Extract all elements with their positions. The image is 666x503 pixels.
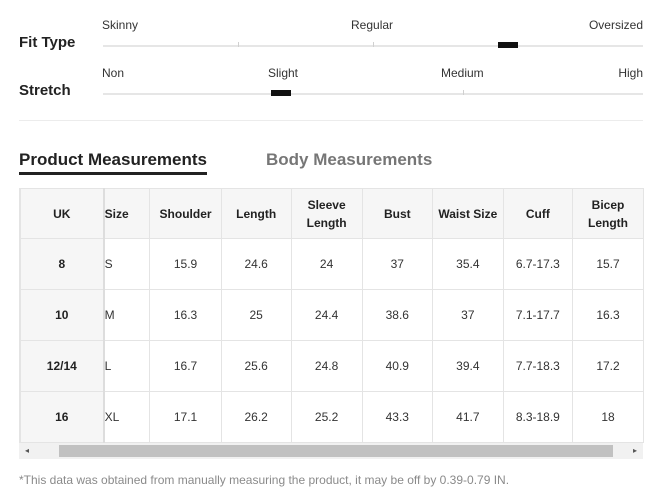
table-header-row: UK Size Shoulder Length Sleeve Length Bu…: [20, 188, 644, 239]
tab-product-measurements[interactable]: Product Measurements: [19, 150, 207, 175]
cell-cuff: 8.3-18.9: [502, 391, 574, 443]
cell-cuff: 6.7-17.3: [502, 238, 574, 290]
fit-type-indicator: [498, 42, 518, 48]
cell-uk: 12/14: [20, 340, 105, 392]
col-header-bicep-length: Bicep Length: [572, 188, 644, 239]
table-row: 10 M 16.3 25 24.4 38.6 37 7.1-17.7 16.3: [20, 289, 644, 341]
col-header-size: Size: [103, 188, 151, 239]
cell-sleeve-length: 24.4: [290, 289, 363, 341]
cell-sleeve-length: 25.2: [290, 391, 363, 443]
cell-bust: 40.9: [361, 340, 434, 392]
fit-track-tick: [373, 42, 374, 47]
cell-bust: 43.3: [361, 391, 434, 443]
fit-tick-skinny: Skinny: [102, 18, 139, 32]
col-header-waist-size: Waist Size: [432, 188, 504, 239]
col-header-uk: UK: [20, 188, 105, 239]
stretch-track: [103, 90, 643, 96]
cell-uk: 16: [20, 391, 105, 443]
stretch-tick-high: High: [618, 66, 643, 80]
cell-waist-size: 39.4: [432, 340, 504, 392]
stretch-label: Stretch: [19, 82, 71, 99]
cell-sleeve-length: 24: [290, 238, 363, 290]
cell-shoulder: 17.1: [149, 391, 222, 443]
fit-tick-oversized: Oversized: [588, 18, 643, 32]
table-row: 12/14 L 16.7 25.6 24.8 40.9 39.4 7.7-18.…: [20, 340, 644, 392]
scrollbar-thumb[interactable]: [59, 445, 613, 457]
col-header-sleeve-length: Sleeve Length: [290, 188, 363, 239]
fit-tick-regular: Regular: [351, 18, 394, 32]
cell-size: L: [103, 340, 151, 392]
cell-uk: 10: [20, 289, 105, 341]
stretch-indicator: [271, 90, 291, 96]
cell-shoulder: 15.9: [149, 238, 222, 290]
table-row: 16 XL 17.1 26.2 25.2 43.3 41.7 8.3-18.9 …: [20, 391, 644, 443]
cell-uk: 8: [20, 238, 105, 290]
cell-waist-size: 35.4: [432, 238, 504, 290]
cell-bust: 38.6: [361, 289, 434, 341]
cell-waist-size: 41.7: [432, 391, 504, 443]
cell-bicep-length: 18: [572, 391, 644, 443]
col-header-shoulder: Shoulder: [149, 188, 222, 239]
cell-shoulder: 16.3: [149, 289, 222, 341]
cell-cuff: 7.7-18.3: [502, 340, 574, 392]
table-row: 8 S 15.9 24.6 24 37 35.4 6.7-17.3 15.7: [20, 238, 644, 290]
cell-waist-size: 37: [432, 289, 504, 341]
stretch-tick-medium: Medium: [441, 66, 484, 80]
cell-bust: 37: [361, 238, 434, 290]
table-horizontal-scrollbar[interactable]: ◂ ▸: [19, 443, 643, 459]
stretch-scale: Stretch Non Slight Medium High: [0, 62, 666, 110]
stretch-track-tick: [463, 90, 464, 95]
stretch-tick-non: Non: [102, 66, 125, 80]
cell-size: M: [103, 289, 151, 341]
col-header-bust: Bust: [361, 188, 434, 239]
cell-sleeve-length: 24.8: [290, 340, 363, 392]
cell-length: 24.6: [220, 238, 292, 290]
scroll-right-icon[interactable]: ▸: [627, 443, 643, 459]
size-table: UK Size Shoulder Length Sleeve Length Bu…: [20, 188, 644, 443]
cell-shoulder: 16.7: [149, 340, 222, 392]
stretch-tick-slight: Slight: [268, 66, 299, 80]
col-header-cuff: Cuff: [502, 188, 574, 239]
cell-size: S: [103, 238, 151, 290]
fit-track-tick: [238, 42, 239, 47]
cell-bicep-length: 16.3: [572, 289, 644, 341]
size-table-container[interactable]: UK Size Shoulder Length Sleeve Length Bu…: [19, 188, 644, 443]
cell-size: XL: [103, 391, 151, 443]
cell-cuff: 7.1-17.7: [502, 289, 574, 341]
scroll-left-icon[interactable]: ◂: [19, 443, 35, 459]
cell-bicep-length: 17.2: [572, 340, 644, 392]
cell-length: 25: [220, 289, 292, 341]
tab-body-measurements[interactable]: Body Measurements: [266, 150, 432, 170]
stretch-tick-labels: Non Slight Medium High: [0, 66, 666, 82]
col-header-length: Length: [220, 188, 292, 239]
fit-type-scale: Fit Type Skinny Regular Oversized: [0, 14, 666, 62]
fit-type-track: [103, 42, 643, 48]
fit-type-label: Fit Type: [19, 34, 76, 51]
measurement-disclaimer: *This data was obtained from manually me…: [19, 473, 510, 487]
section-divider: [19, 120, 643, 121]
cell-length: 26.2: [220, 391, 292, 443]
cell-bicep-length: 15.7: [572, 238, 644, 290]
cell-length: 25.6: [220, 340, 292, 392]
fit-type-tick-labels: Skinny Regular Oversized: [0, 18, 666, 34]
